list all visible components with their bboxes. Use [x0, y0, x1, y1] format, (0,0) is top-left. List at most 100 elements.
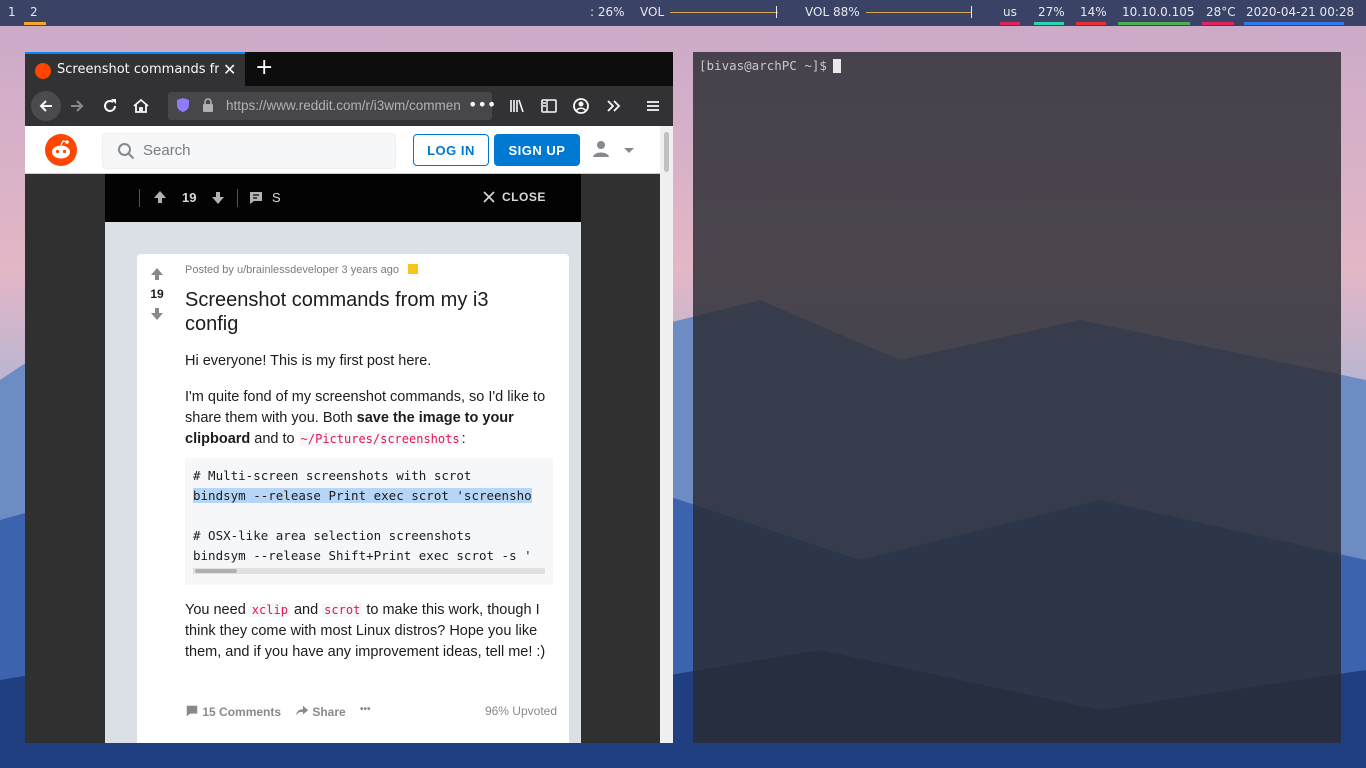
- active-workspace-indicator: [24, 22, 46, 25]
- reddit-logo-icon[interactable]: [45, 134, 77, 166]
- inline-code: ~/Pictures/screenshots: [298, 432, 462, 446]
- back-icon[interactable]: [31, 91, 61, 121]
- reddit-header: Search LOG IN SIGN UP: [25, 126, 660, 174]
- datetime-underline: [1244, 22, 1344, 25]
- search-icon: [117, 142, 135, 164]
- volume-bar-2: [866, 12, 972, 13]
- volume-label: VOL: [640, 5, 665, 19]
- account-icon[interactable]: [569, 94, 593, 118]
- post-paragraph-3: You need xclip and scrot to make this wo…: [185, 600, 555, 663]
- browser-tab[interactable]: Screenshot commands from my i3 config ✕: [25, 52, 245, 86]
- upvote-icon[interactable]: [152, 189, 168, 208]
- menu-icon[interactable]: [641, 94, 665, 118]
- home-icon[interactable]: [129, 94, 153, 118]
- url-bar[interactable]: https://www.reddit.com/r/i3wm/comments/ …: [168, 92, 496, 120]
- post-paragraph-1: Hi everyone! This is my first post here.: [185, 353, 432, 369]
- search-input[interactable]: Search: [102, 133, 396, 169]
- comment-icon: [248, 190, 264, 209]
- ip-underline: [1118, 22, 1190, 25]
- keyboard-underline: [1000, 22, 1020, 25]
- code-line: bindsym --release Shift+Print exec scrot…: [193, 548, 532, 563]
- workspace-1[interactable]: 1: [8, 5, 16, 19]
- i3-status-bar: 1 2 : 26% VOL VOL 88% us 27% 14% 10.10.0…: [0, 0, 1366, 26]
- more-options-button[interactable]: •••: [360, 704, 371, 715]
- web-page: Search LOG IN SIGN UP 19 S CLOSE 19 Post…: [25, 126, 673, 743]
- workspace-2[interactable]: 2: [30, 5, 38, 19]
- library-icon[interactable]: [505, 94, 529, 118]
- comments-label: 15 Comments: [202, 705, 282, 719]
- new-tab-button[interactable]: +: [255, 55, 273, 80]
- memory-underline: [1076, 22, 1106, 25]
- memory-usage: 14%: [1080, 5, 1107, 19]
- award-icon: [408, 264, 419, 274]
- terminal-cursor: [832, 59, 841, 73]
- page-actions-icon[interactable]: •••: [468, 95, 496, 114]
- scrollbar-thumb[interactable]: [664, 132, 669, 172]
- post-overlay-bar: 19 S CLOSE: [105, 174, 581, 222]
- terminal-window[interactable]: [bivas@archPC ~]$: [693, 52, 1341, 743]
- volume-percent: VOL 88%: [805, 5, 860, 19]
- post-meta: Posted by u/brainlessdeveloper 3 years a…: [185, 264, 419, 276]
- code-block[interactable]: # Multi-screen screenshots with scrot bi…: [185, 458, 553, 585]
- overlay-vote-count: 19: [182, 190, 197, 205]
- overlay-post-title: S: [272, 190, 280, 205]
- post-upvote-icon[interactable]: [145, 266, 169, 287]
- temperature: 28°C: [1206, 5, 1236, 19]
- temperature-underline: [1202, 22, 1234, 25]
- cpu-usage: 27%: [1038, 5, 1065, 19]
- tab-close-icon[interactable]: ✕: [223, 60, 236, 79]
- share-icon: [295, 705, 309, 716]
- post-actions: 15 Comments Share ••• 96% Upvoted: [185, 702, 557, 722]
- close-icon[interactable]: [483, 191, 495, 206]
- page-scrollbar[interactable]: [660, 126, 673, 743]
- login-button[interactable]: LOG IN: [413, 134, 489, 166]
- tab-strip: Screenshot commands from my i3 config ✕ …: [25, 52, 673, 86]
- code-line: # Multi-screen screenshots with scrot: [193, 468, 472, 483]
- comments-button[interactable]: 15 Comments: [185, 704, 281, 719]
- upvote-ratio: 96% Upvoted: [484, 704, 557, 718]
- search-placeholder: Search: [143, 142, 191, 159]
- post-author-time[interactable]: Posted by u/brainlessdeveloper 3 years a…: [185, 264, 399, 276]
- inline-code: scrot: [322, 603, 363, 617]
- reddit-favicon-icon: [35, 63, 51, 79]
- post-vote-count: 19: [150, 287, 164, 301]
- post-title[interactable]: Screenshot commands from my i3 config: [185, 288, 545, 336]
- text-span: You need: [185, 602, 250, 618]
- ip-address: 10.10.0.105: [1122, 5, 1195, 19]
- lock-icon[interactable]: [202, 98, 214, 115]
- forward-icon[interactable]: [65, 94, 89, 118]
- scrollbar-thumb[interactable]: [195, 569, 237, 573]
- url-text[interactable]: https://www.reddit.com/r/i3wm/comments/: [226, 98, 460, 113]
- sidebar-icon[interactable]: [537, 94, 561, 118]
- overflow-icon[interactable]: [601, 94, 625, 118]
- post-downvote-icon[interactable]: [145, 306, 169, 327]
- volume-bar-1-end: [776, 6, 777, 18]
- tab-title: Screenshot commands from my i3 config: [57, 62, 219, 77]
- code-line: # OSX-like area selection screenshots: [193, 528, 472, 543]
- comment-icon: [186, 705, 198, 717]
- brightness-status: : 26%: [590, 5, 625, 19]
- prompt-text: [bivas@archPC ~]$: [699, 58, 827, 73]
- post-paragraph-2: I'm quite fond of my screenshot commands…: [185, 387, 555, 450]
- firefox-window: Screenshot commands from my i3 config ✕ …: [25, 52, 673, 743]
- user-menu[interactable]: [591, 140, 641, 165]
- inline-code: xclip: [249, 603, 290, 617]
- shield-icon[interactable]: [176, 97, 190, 117]
- navigation-toolbar: https://www.reddit.com/r/i3wm/comments/ …: [25, 86, 673, 126]
- code-line-selected: bindsym --release Print exec scrot 'scre…: [193, 488, 532, 503]
- share-label: Share: [312, 705, 346, 719]
- datetime: 2020-04-21 00:28: [1246, 5, 1355, 19]
- divider: [139, 189, 140, 207]
- downvote-icon[interactable]: [210, 190, 226, 209]
- code-horizontal-scrollbar[interactable]: [193, 568, 545, 574]
- signup-button[interactable]: SIGN UP: [494, 134, 580, 166]
- reload-icon[interactable]: [98, 94, 122, 118]
- share-button[interactable]: Share: [295, 704, 346, 719]
- volume-bar-1: [670, 12, 778, 13]
- post-card: 19 Posted by u/brainlessdeveloper 3 year…: [137, 254, 569, 743]
- text-span: :: [461, 431, 466, 447]
- close-button[interactable]: CLOSE: [502, 190, 546, 204]
- divider: [237, 189, 238, 207]
- text-span: and to: [250, 431, 299, 447]
- keyboard-layout: us: [1003, 5, 1017, 19]
